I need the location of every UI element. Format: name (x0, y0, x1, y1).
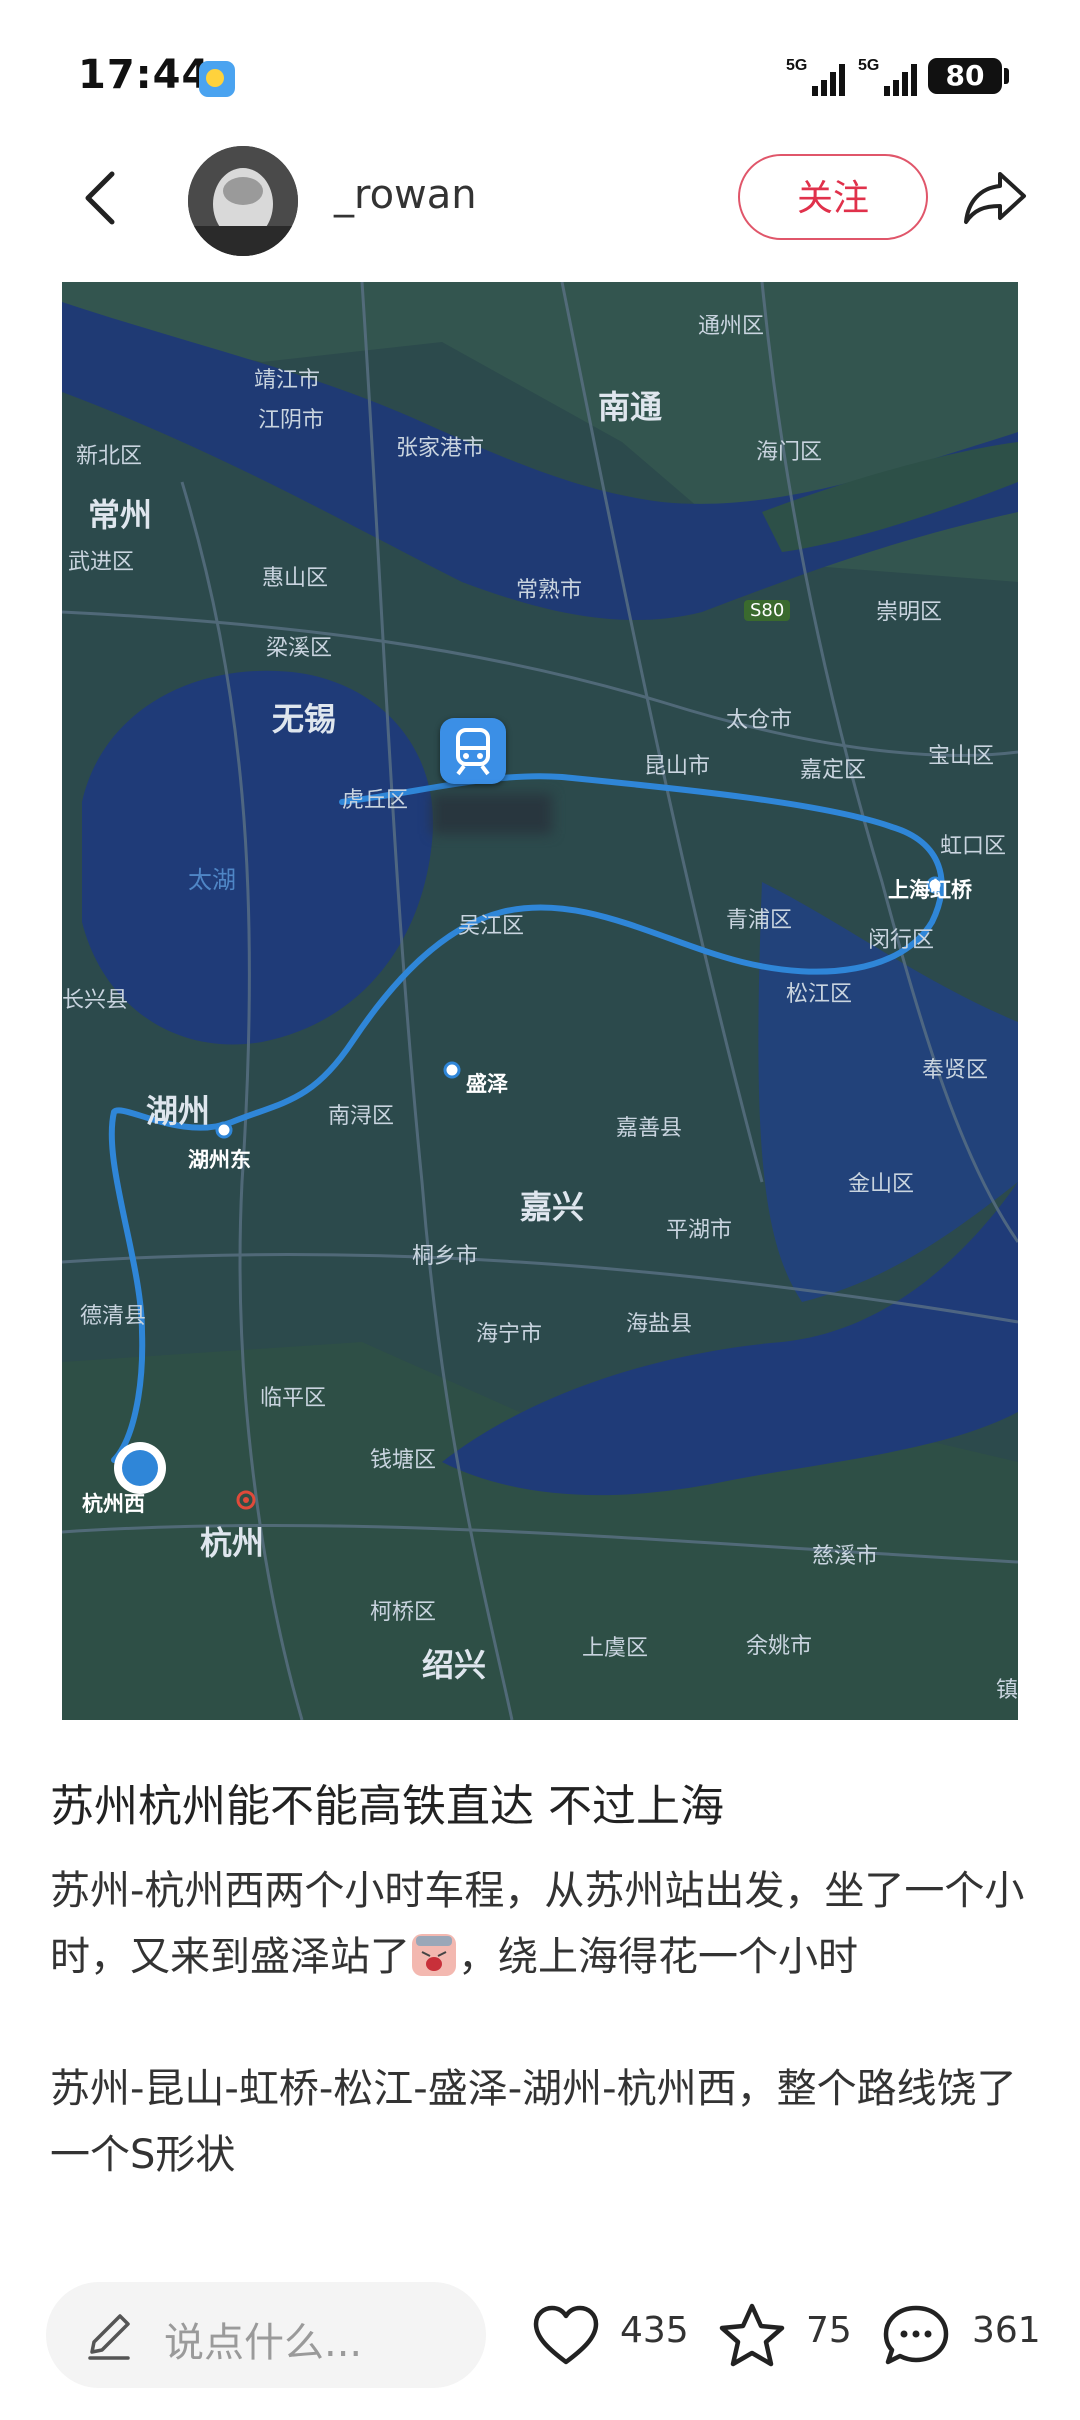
post-title: 苏州杭州能不能高铁直达 不过上海 (50, 1781, 724, 1832)
favorite-count: 75 (806, 2310, 852, 2351)
avatar[interactable] (188, 146, 298, 256)
post-body: 苏州-杭州西两个小时车程，从苏州站出发，坐了一个小时，又来到盛泽站了 ，绕上海得… (50, 1858, 1040, 2188)
heart-icon[interactable] (530, 2300, 602, 2372)
map-label: 钱塘区 (370, 1448, 437, 1473)
like-count: 435 (620, 2310, 689, 2351)
map-label: 镇 (996, 1678, 1018, 1703)
map-label: 奉贤区 (922, 1058, 989, 1083)
network-label-1: 5G (786, 57, 807, 74)
map-label: 湖州东 (188, 1148, 251, 1172)
comment-icon[interactable] (880, 2300, 952, 2372)
map-label: 德清县 (80, 1304, 147, 1329)
post-paragraph-2: 苏州-昆山-虹桥-松江-盛泽-湖州-杭州西，整个路线饶了一个S形状 (50, 2066, 1017, 2178)
comment-placeholder[interactable]: 说点什么... (164, 2310, 362, 2368)
clock: 17:44 (78, 52, 211, 98)
map-label: 长兴县 (62, 988, 129, 1013)
share-icon[interactable] (960, 166, 1030, 226)
map-label: 常熟市 (516, 578, 583, 603)
weather-sun-icon (199, 61, 235, 97)
station-dot (215, 1121, 233, 1139)
network-label-2: 5G (858, 57, 879, 74)
map-label: 海门区 (756, 440, 823, 465)
map-label: 南浔区 (328, 1104, 395, 1129)
map-label: 虹口区 (940, 834, 1007, 859)
map-label: 柯桥区 (370, 1600, 437, 1625)
comment-count: 361 (972, 2310, 1041, 2351)
current-location-dot (122, 1450, 158, 1486)
pen-icon (88, 2314, 130, 2360)
map-label: 慈溪市 (812, 1544, 879, 1569)
map-label: 南通 (598, 388, 663, 426)
map-label: 常州 (88, 496, 153, 534)
battery-icon: 80 (928, 58, 1002, 94)
map-label: 崇明区 (876, 600, 943, 625)
map-label: 青浦区 (726, 908, 793, 933)
star-icon[interactable] (716, 2300, 788, 2372)
follow-button[interactable]: 关注 (738, 154, 928, 240)
signal-icon: 5G (786, 57, 845, 96)
map-label: 无锡 (272, 700, 337, 738)
map-label: 上虞区 (582, 1636, 649, 1661)
post-paragraph-1b: ，绕上海得花一个小时 (458, 1934, 858, 1980)
map-label: 松江区 (786, 982, 853, 1007)
crying-emoji-icon (412, 1934, 456, 1976)
map-label: 武进区 (68, 550, 135, 575)
map-label: 盛泽 (466, 1072, 508, 1096)
map-label: 湖州 (146, 1092, 211, 1130)
map-label: 张家港市 (396, 436, 485, 461)
map-label: 宝山区 (928, 744, 995, 769)
avatar-image (188, 146, 298, 256)
map-label: 嘉定区 (800, 758, 867, 783)
map-label: 靖江市 (254, 368, 321, 393)
signal-icon: 5G (858, 57, 917, 96)
map-label: 嘉善县 (616, 1116, 683, 1141)
battery-level: 80 (945, 59, 985, 92)
battery-tip (1004, 68, 1009, 84)
blurred-station-label (432, 794, 552, 834)
map-label: 杭州 (200, 1524, 265, 1562)
map-label: 桐乡市 (412, 1244, 479, 1269)
map-label: 临平区 (260, 1386, 327, 1411)
map-label: 新北区 (76, 444, 143, 469)
map-label: 上海虹桥 (888, 878, 972, 902)
station-dot (443, 1061, 461, 1079)
map-label: 余姚市 (746, 1634, 813, 1659)
map-label: 杭州西 (82, 1492, 145, 1516)
highway-badge: S80 (744, 600, 791, 621)
username[interactable]: _rowan (334, 172, 477, 218)
map-label: 闵行区 (868, 928, 935, 953)
map-image[interactable]: 通州区 靖江市 南通 江阴市 张家港市 海门区 新北区 常州 武进区 惠山区 常… (62, 282, 1018, 1720)
map-label: 江阴市 (258, 408, 325, 433)
map-background (62, 282, 1018, 1720)
map-label: 金山区 (848, 1172, 915, 1197)
map-label: 通州区 (698, 314, 765, 339)
post-paragraph: 苏州-杭州西两个小时车程，从苏州站出发，坐了一个小时，又来到盛泽站了 ，绕上海得… (50, 1858, 1040, 1990)
map-label: 吴江区 (458, 914, 525, 939)
map-label: 平湖市 (666, 1218, 733, 1243)
back-arrow-icon[interactable] (78, 168, 122, 228)
map-label: 太湖 (188, 866, 236, 894)
map-label: 虎丘区 (342, 788, 409, 813)
map-label: 绍兴 (422, 1646, 487, 1684)
map-label: 嘉兴 (520, 1188, 585, 1226)
map-label: 惠山区 (262, 566, 329, 591)
map-label: 昆山市 (644, 754, 711, 779)
map-label: 太仓市 (726, 708, 793, 733)
map-label: 海宁市 (476, 1322, 543, 1347)
status-bar: 17:44 5G 5G 80 (0, 0, 1080, 150)
train-icon (440, 718, 506, 784)
map-label: 海盐县 (626, 1312, 693, 1337)
map-label: 梁溪区 (266, 636, 333, 661)
